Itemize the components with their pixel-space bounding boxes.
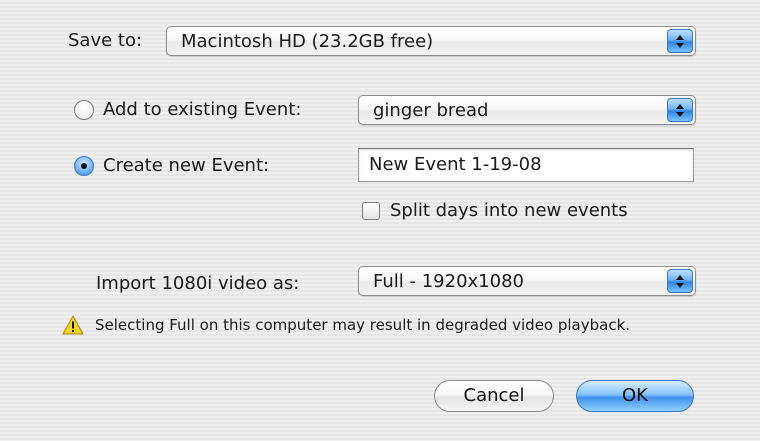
- warning-icon: [62, 315, 84, 335]
- popup-arrows-icon: [667, 269, 693, 293]
- existing-event-selected: ginger bread: [373, 100, 489, 121]
- popup-arrows-icon: [667, 98, 693, 122]
- import-video-popup[interactable]: Full - 1920x1080: [358, 266, 696, 296]
- split-days-checkbox[interactable]: [362, 202, 380, 220]
- new-event-radio[interactable]: [74, 156, 94, 176]
- cancel-button[interactable]: Cancel: [434, 380, 554, 412]
- new-event-label: Create new Event:: [103, 155, 270, 176]
- radio-dot-icon: [81, 163, 87, 169]
- save-to-popup[interactable]: Macintosh HD (23.2GB free): [166, 26, 696, 56]
- split-days-label: Split days into new events: [390, 200, 628, 221]
- import-video-label: Import 1080i video as:: [96, 273, 300, 294]
- save-to-selected: Macintosh HD (23.2GB free): [181, 31, 434, 52]
- save-to-label: Save to:: [68, 30, 143, 51]
- popup-arrows-icon: [667, 29, 693, 53]
- import-video-selected: Full - 1920x1080: [373, 271, 524, 292]
- existing-event-label: Add to existing Event:: [103, 99, 302, 120]
- import-dialog: Save to: Macintosh HD (23.2GB free) Add …: [0, 0, 760, 441]
- ok-button[interactable]: OK: [576, 380, 694, 412]
- new-event-name-field[interactable]: New Event 1-19-08: [358, 148, 694, 182]
- existing-event-popup[interactable]: ginger bread: [358, 95, 696, 125]
- warning-text: Selecting Full on this computer may resu…: [95, 316, 631, 334]
- existing-event-radio[interactable]: [74, 100, 94, 120]
